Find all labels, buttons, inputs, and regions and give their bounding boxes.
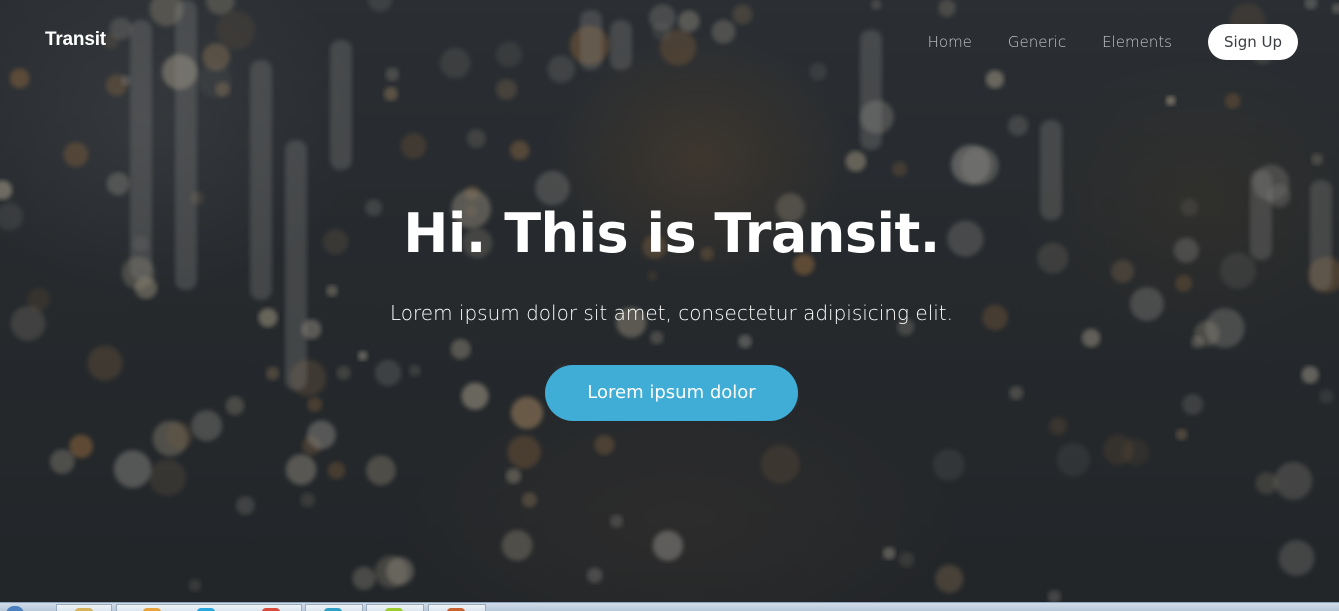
taskbar [0,602,1339,611]
nav-elements-link[interactable]: Elements [1102,33,1172,51]
hero-subtitle: Lorem ipsum dolor sit amet, consectetur … [389,301,954,325]
site-logo[interactable]: Transit [45,29,106,51]
taskbar-apps-button[interactable] [116,604,302,611]
main-nav: Home Generic Elements Sign Up [928,24,1298,60]
taskbar-terminal-button[interactable] [366,604,424,611]
banner: Transit Home Generic Elements Sign Up Hi… [0,0,1339,602]
hero-title: Hi. This is Transit. [403,202,940,265]
taskbar-image-button[interactable] [428,604,486,611]
sign-up-button[interactable]: Sign Up [1208,24,1298,60]
nav-generic-link[interactable]: Generic [1008,33,1066,51]
hero-cta-button[interactable]: Lorem ipsum dolor [545,365,798,421]
taskbar-folder-button[interactable] [56,604,112,611]
nav-home-link[interactable]: Home [928,33,972,51]
taskbar-app-button[interactable] [305,604,363,611]
start-orb-icon[interactable] [6,606,24,611]
